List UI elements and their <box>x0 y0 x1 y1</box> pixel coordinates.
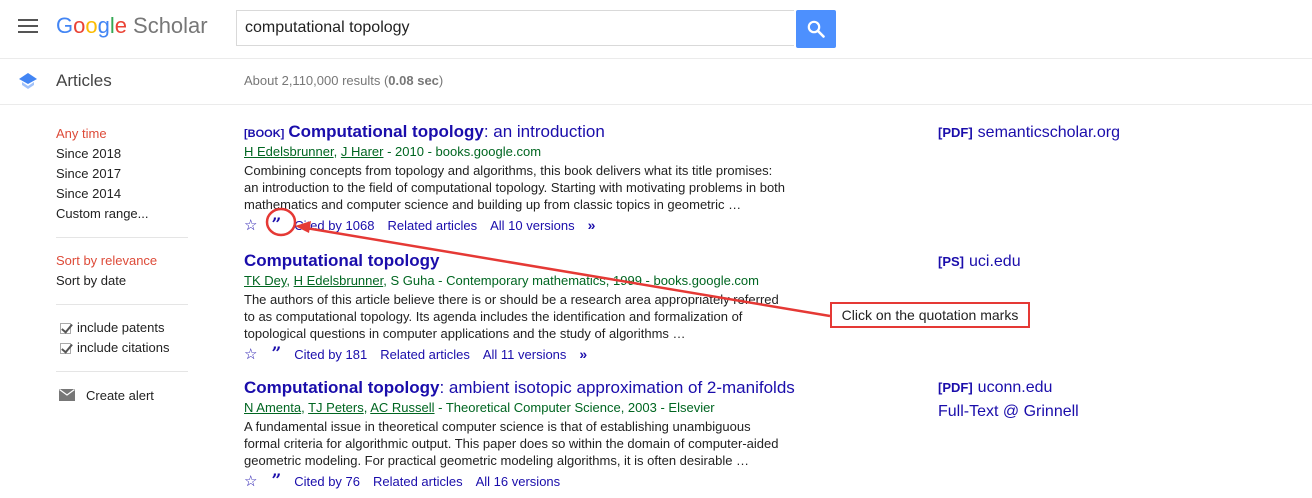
annotation-circle <box>265 207 297 237</box>
annotation-arrow-line <box>305 226 831 318</box>
annotation-overlay <box>265 207 831 318</box>
annotation-arrow-head <box>295 221 311 233</box>
annotation-callout: Click on the quotation marks <box>830 302 1030 328</box>
